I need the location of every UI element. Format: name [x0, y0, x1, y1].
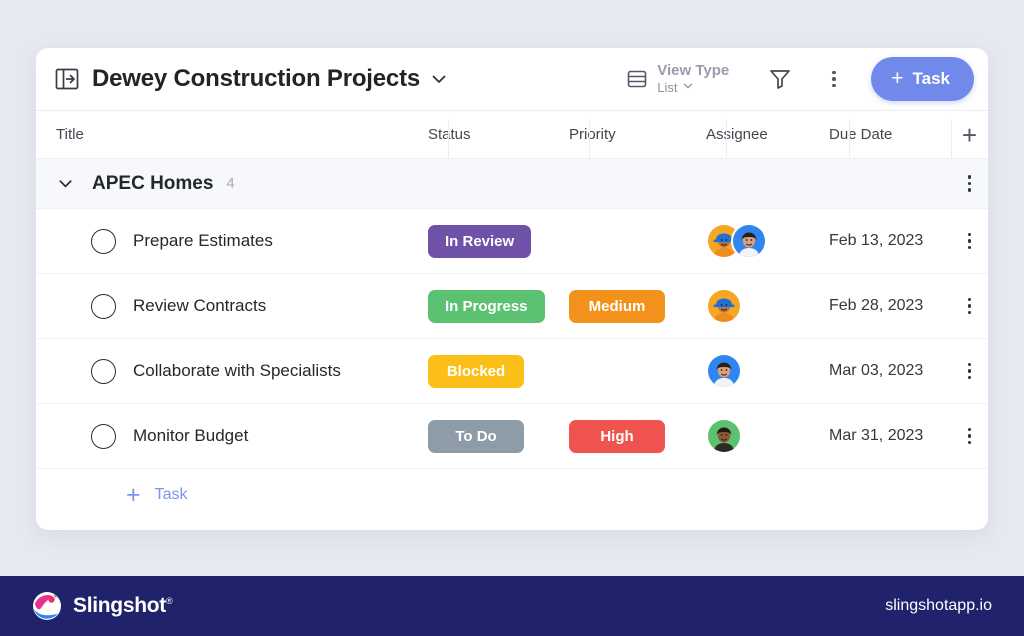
- add-task-row[interactable]: + Task: [36, 469, 988, 521]
- more-dots: [968, 298, 972, 315]
- column-divider: [589, 119, 590, 158]
- task-title-cell: Collaborate with Specialists: [36, 359, 428, 384]
- add-task-row-label: Task: [155, 486, 188, 504]
- filter-funnel-icon[interactable]: [765, 64, 795, 94]
- task-due-date: Feb 28, 2023: [829, 297, 951, 315]
- card-header: Dewey Construction Projects View Type: [36, 48, 988, 111]
- row-more-icon[interactable]: [951, 233, 988, 250]
- plus-icon: +: [126, 483, 141, 508]
- task-assignee-cell: [706, 223, 829, 259]
- row-more-icon[interactable]: [951, 298, 988, 315]
- task-title: Review Contracts: [133, 296, 266, 316]
- status-badge[interactable]: In Review: [428, 225, 531, 258]
- column-header-due-date[interactable]: Due Date: [829, 111, 951, 158]
- row-more-icon[interactable]: [951, 363, 988, 380]
- task-assignee-cell: [706, 353, 829, 389]
- plus-icon: +: [962, 122, 977, 148]
- task-title: Collaborate with Specialists: [133, 361, 341, 381]
- task-due-date: Feb 13, 2023: [829, 232, 951, 250]
- avatar[interactable]: [731, 223, 767, 259]
- task-complete-checkbox[interactable]: [91, 294, 116, 319]
- task-title: Monitor Budget: [133, 426, 248, 446]
- screenshot-root: Dewey Construction Projects View Type: [0, 0, 1024, 636]
- group-header-row[interactable]: APEC Homes 4: [36, 159, 988, 209]
- column-header-status[interactable]: Status: [428, 111, 569, 158]
- row-more-icon[interactable]: [951, 428, 988, 445]
- column-header-title[interactable]: Title: [36, 111, 428, 158]
- avatar[interactable]: [706, 288, 742, 324]
- task-assignee-cell: [706, 418, 829, 454]
- group-more-icon[interactable]: [951, 175, 988, 192]
- more-vertical-icon[interactable]: [819, 64, 849, 94]
- chevron-down-icon[interactable]: [429, 69, 449, 89]
- column-header-assignee[interactable]: Assignee: [706, 111, 829, 158]
- task-list: Prepare Estimates In Review Feb 13, 2023…: [36, 209, 988, 469]
- slingshot-logo-icon: [32, 591, 62, 621]
- task-priority-cell: High: [569, 420, 706, 453]
- view-type-value: List: [657, 81, 677, 96]
- task-complete-checkbox[interactable]: [91, 229, 116, 254]
- add-task-button[interactable]: + Task: [871, 57, 974, 101]
- column-divider: [726, 119, 727, 158]
- task-due-date: Mar 31, 2023: [829, 427, 951, 445]
- avatar[interactable]: [706, 418, 742, 454]
- status-badge[interactable]: Blocked: [428, 355, 524, 388]
- priority-badge[interactable]: Medium: [569, 290, 665, 323]
- list-view-icon: [626, 68, 648, 90]
- brand-name: Slingshot®: [73, 594, 172, 618]
- table-row[interactable]: Prepare Estimates In Review Feb 13, 2023: [36, 209, 988, 274]
- brand-name-text: Slingshot: [73, 594, 166, 617]
- task-priority-cell: Medium: [569, 290, 706, 323]
- add-column-button[interactable]: +: [951, 111, 988, 158]
- task-status-cell: Blocked: [428, 355, 569, 388]
- task-status-cell: In Review: [428, 225, 569, 258]
- task-title: Prepare Estimates: [133, 231, 273, 251]
- table-row[interactable]: Monitor Budget To Do High Mar 31, 2023: [36, 404, 988, 469]
- view-type-control[interactable]: View Type List: [626, 62, 729, 95]
- task-title-cell: Prepare Estimates: [36, 229, 428, 254]
- page-title: Dewey Construction Projects: [92, 65, 420, 93]
- task-due-date: Mar 03, 2023: [829, 362, 951, 380]
- more-dots: [968, 175, 972, 192]
- priority-badge[interactable]: High: [569, 420, 665, 453]
- column-header-row: Title Status Priority Assignee Due Date …: [36, 111, 988, 159]
- project-card: Dewey Construction Projects View Type: [36, 48, 988, 530]
- brand-bar: Slingshot® slingshotapp.io: [0, 576, 1024, 636]
- brand-trademark: ®: [166, 596, 172, 606]
- brand-logo-group: Slingshot®: [32, 591, 172, 621]
- task-status-cell: In Progress: [428, 290, 569, 323]
- more-dots: [832, 71, 836, 88]
- status-badge[interactable]: In Progress: [428, 290, 545, 323]
- brand-url: slingshotapp.io: [885, 597, 992, 615]
- more-dots: [968, 363, 972, 380]
- task-title-cell: Monitor Budget: [36, 424, 428, 449]
- chevron-down-icon: [682, 80, 694, 96]
- column-divider: [951, 119, 952, 158]
- more-dots: [968, 233, 972, 250]
- view-type-label: View Type: [657, 62, 729, 79]
- column-divider: [448, 119, 449, 158]
- chevron-down-icon[interactable]: [56, 174, 78, 193]
- task-complete-checkbox[interactable]: [91, 424, 116, 449]
- task-complete-checkbox[interactable]: [91, 359, 116, 384]
- plus-icon: +: [891, 68, 903, 89]
- avatar[interactable]: [706, 353, 742, 389]
- more-dots: [968, 428, 972, 445]
- group-name: APEC Homes: [92, 173, 213, 195]
- view-type-value-wrap[interactable]: List: [657, 80, 729, 96]
- task-title-cell: Review Contracts: [36, 294, 428, 319]
- panel-expand-icon[interactable]: [54, 66, 80, 92]
- table-row[interactable]: Collaborate with Specialists Blocked Mar…: [36, 339, 988, 404]
- task-status-cell: To Do: [428, 420, 569, 453]
- add-task-button-label: Task: [913, 69, 951, 89]
- status-badge[interactable]: To Do: [428, 420, 524, 453]
- column-divider: [849, 119, 850, 158]
- table-row[interactable]: Review Contracts In Progress Medium Feb …: [36, 274, 988, 339]
- task-assignee-cell: [706, 288, 829, 324]
- group-count: 4: [226, 175, 234, 192]
